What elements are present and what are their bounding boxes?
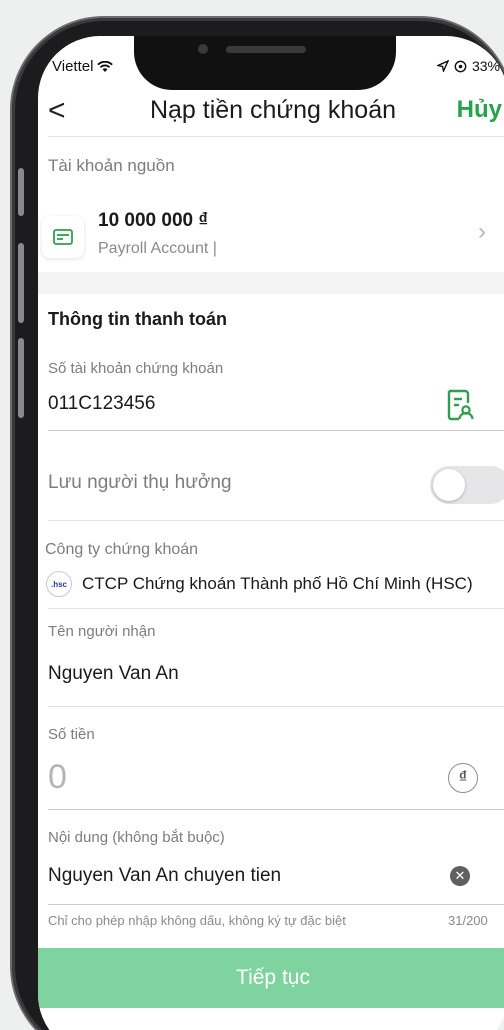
source-balance: 10 000 000 ₫	[98, 210, 209, 231]
hsc-logo: .hsc	[46, 571, 72, 597]
cancel-button[interactable]: Hủy	[457, 96, 502, 124]
content-input[interactable]: Nguyen Van An chuyen tien	[48, 865, 281, 887]
securities-account-label: Số tài khoản chứng khoán	[48, 360, 224, 377]
toggle-knob	[433, 469, 465, 501]
securities-account-input[interactable]: 011C123456	[48, 393, 155, 415]
content-counter: 31/200	[448, 913, 488, 928]
clear-icon[interactable]: ✕	[450, 866, 470, 886]
source-account-label: Tài khoản nguồn	[48, 156, 175, 175]
side-button	[18, 338, 24, 418]
battery-percent: 33%	[471, 58, 500, 74]
divider	[48, 706, 504, 707]
divider	[48, 136, 504, 137]
continue-button[interactable]: Tiếp tục	[38, 948, 504, 1008]
home-area	[38, 1008, 504, 1030]
speaker-icon	[226, 46, 306, 53]
app-screen: Viettel 33% < Nạp tiền chứng khoán Hủy T…	[38, 36, 504, 1030]
card-icon	[42, 216, 84, 258]
divider	[48, 809, 504, 810]
source-account-name: Payroll Account |	[98, 240, 217, 257]
save-beneficiary-toggle[interactable]	[430, 466, 504, 504]
camera-icon	[198, 44, 208, 54]
location-arrow-icon	[436, 60, 449, 72]
divider	[48, 904, 504, 905]
carrier-label: Viettel	[52, 58, 94, 75]
nav-bar: < Nạp tiền chứng khoán Hủy	[38, 92, 504, 136]
payment-section-title: Thông tin thanh toán	[48, 309, 227, 329]
amount-label: Số tiền	[48, 726, 95, 743]
securities-company-label: Công ty chứng khoán	[45, 541, 199, 558]
side-button	[18, 243, 24, 323]
notch	[134, 36, 396, 90]
divider	[48, 520, 504, 521]
content-label: Nội dung (không bắt buộc)	[48, 829, 225, 846]
alarm-lock-icon	[454, 60, 467, 72]
currency-icon: ₫	[448, 763, 478, 793]
section-separator	[38, 272, 504, 294]
page-title: Nạp tiền chứng khoán	[149, 96, 397, 124]
wifi-icon	[97, 60, 114, 72]
save-beneficiary-label: Lưu người thụ hưởng	[48, 472, 232, 493]
divider	[48, 430, 504, 431]
recipient-name-field: Nguyen Van An	[48, 663, 179, 684]
contact-book-icon[interactable]	[446, 389, 474, 421]
amount-input[interactable]: 0	[48, 758, 67, 797]
divider	[48, 608, 504, 609]
status-carrier: Viettel	[52, 58, 114, 75]
securities-company-select[interactable]: CTCP Chứng khoán Thành phố Hồ Chí Minh (…	[82, 574, 473, 594]
status-right: 33%	[436, 58, 500, 74]
source-account-card[interactable]: 10 000 000 ₫ Payroll Account | ›	[38, 196, 504, 272]
side-button	[18, 168, 24, 216]
recipient-name-label: Tên người nhận	[48, 623, 156, 640]
chevron-right-icon: ›	[478, 218, 486, 245]
content-hint: Chỉ cho phép nhập không dấu, không ký tự…	[48, 913, 346, 928]
